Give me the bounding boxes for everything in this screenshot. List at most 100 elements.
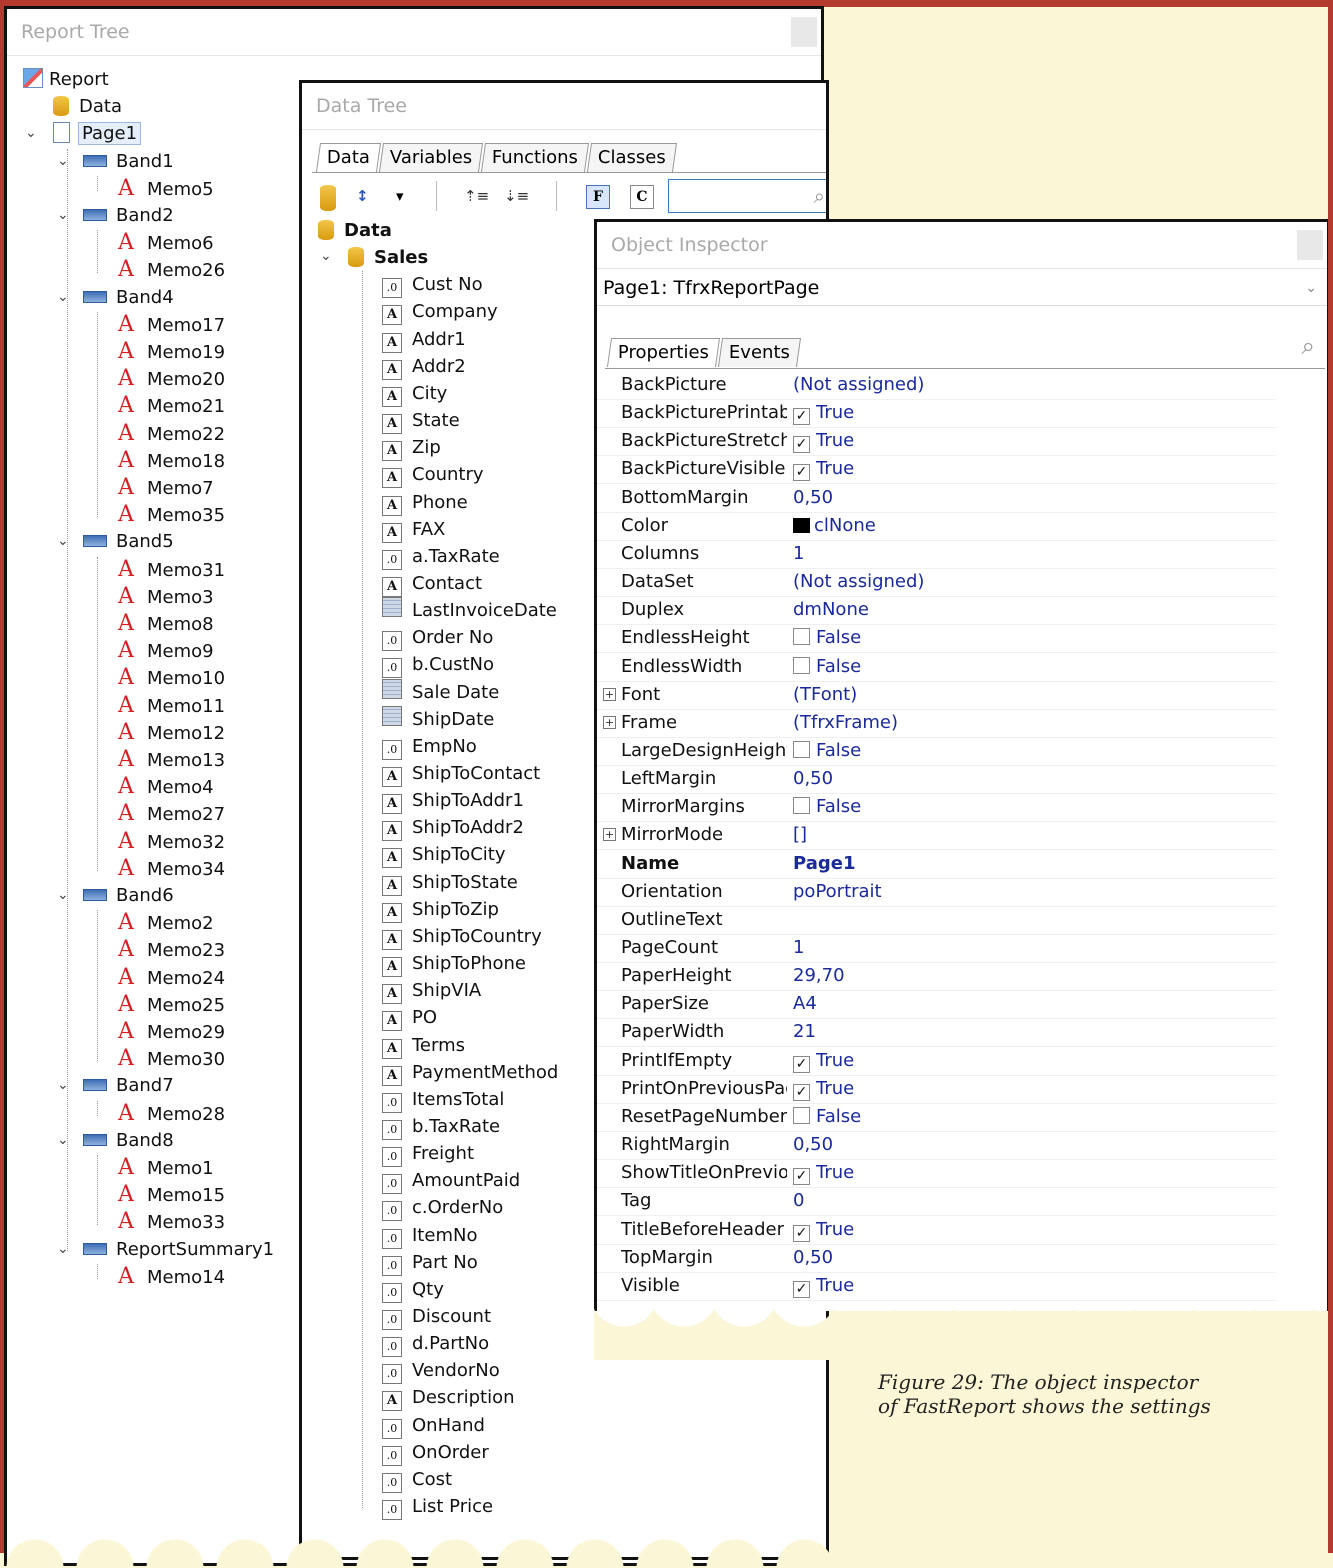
chevron-down-icon[interactable]: ⌄	[57, 887, 69, 903]
object-selector[interactable]: Page1: TfrxReportPage ⌄	[597, 270, 1327, 306]
sort-az-icon[interactable]: ↕	[356, 183, 369, 209]
property-row[interactable]: BackPicture (Not assigned)	[597, 371, 1275, 400]
data-field-item[interactable]: A PO	[382, 1004, 437, 1032]
property-row[interactable]: BottomMargin 0,50	[597, 484, 1275, 513]
data-field-item[interactable]: A Description	[382, 1384, 515, 1412]
property-value[interactable]: (TFont)	[793, 681, 857, 709]
tree-node[interactable]: ReportSummary1	[83, 1237, 274, 1263]
property-row[interactable]: LeftMargin 0,50	[597, 765, 1275, 795]
collapse-all-icon[interactable]: ⇡≡	[464, 183, 489, 209]
property-row[interactable]: PaperWidth 21	[597, 1018, 1275, 1048]
chevron-down-icon[interactable]: ⌄	[57, 1241, 69, 1257]
property-value[interactable]: ✓ True	[793, 1216, 854, 1244]
property-row[interactable]: TitleBeforeHeader ✓ True	[597, 1216, 1275, 1245]
data-field-item[interactable]: .0 List Price	[382, 1493, 493, 1521]
property-row[interactable]: Tag 0	[597, 1187, 1275, 1217]
tree-node[interactable]: Band4	[83, 285, 174, 311]
data-field-item[interactable]: .0 a.TaxRate	[382, 543, 500, 570]
data-field-item[interactable]: A FAX	[382, 516, 445, 543]
data-field-item[interactable]: .0 Order No	[382, 624, 493, 652]
property-value[interactable]: ✓ True	[793, 1047, 854, 1075]
property-row[interactable]: + Frame (TfrxFrame)	[597, 709, 1275, 738]
tree-node[interactable]: A Memo27	[117, 801, 225, 827]
property-value[interactable]: False	[793, 653, 861, 681]
data-field-item[interactable]: A ShipToCity	[382, 841, 506, 869]
tree-node[interactable]: A Memo34	[117, 856, 225, 882]
data-field-item[interactable]: A Company	[382, 298, 498, 326]
database-icon[interactable]	[320, 185, 336, 211]
show-fields-toggle[interactable]: F	[586, 185, 610, 209]
property-value[interactable]: 0,50	[793, 1244, 833, 1272]
property-row[interactable]: Orientation poPortrait	[597, 878, 1275, 907]
chevron-down-icon[interactable]: ⌄	[57, 1132, 69, 1148]
checkbox-checked[interactable]: ✓	[793, 1224, 810, 1242]
property-row[interactable]: + MirrorMode []	[597, 821, 1275, 851]
property-value[interactable]: 0	[793, 1187, 804, 1215]
property-value[interactable]: 1	[793, 540, 804, 568]
tree-node[interactable]: A Memo31	[117, 557, 225, 583]
property-value[interactable]: []	[793, 821, 807, 849]
tree-node[interactable]: A Memo10	[117, 665, 225, 691]
property-row[interactable]: PaperSize A4	[597, 990, 1275, 1020]
tree-node[interactable]: Band6	[83, 883, 174, 909]
tree-node[interactable]: A Memo4	[117, 774, 214, 800]
property-value[interactable]: False	[793, 624, 861, 652]
data-field-item[interactable]: A Phone	[382, 489, 468, 516]
tree-node[interactable]: A Memo33	[117, 1209, 225, 1235]
data-field-item[interactable]: A Addr1	[382, 326, 466, 353]
property-value[interactable]: (TfrxFrame)	[793, 709, 898, 737]
data-field-item[interactable]: .0 OnOrder	[382, 1439, 489, 1466]
property-value[interactable]: 29,70	[793, 962, 845, 990]
property-row[interactable]: Name Page1	[597, 850, 1275, 879]
property-row[interactable]: PrintOnPreviousPage ✓ True	[597, 1075, 1275, 1104]
tree-node[interactable]: Band7	[83, 1073, 174, 1099]
data-field-item[interactable]: LastInvoiceDate	[382, 597, 557, 624]
tree-node[interactable]: A Memo28	[117, 1101, 225, 1127]
checkbox-checked[interactable]: ✓	[793, 1168, 810, 1186]
property-row[interactable]: RightMargin 0,50	[597, 1131, 1275, 1161]
data-field-item[interactable]: .0 Cust No	[382, 271, 483, 299]
property-value[interactable]: 0,50	[793, 1131, 833, 1159]
tree-node[interactable]: A Memo13	[117, 747, 225, 773]
property-row[interactable]: + Font (TFont)	[597, 681, 1275, 710]
property-value[interactable]: clNone	[793, 512, 876, 540]
expand-icon[interactable]: +	[603, 828, 616, 842]
chevron-down-icon[interactable]: ⌄	[1305, 270, 1317, 306]
data-field-item[interactable]: .0 c.OrderNo	[382, 1194, 503, 1222]
tab-variables[interactable]: Variables	[379, 143, 484, 172]
data-field-item[interactable]: A ShipToPhone	[382, 950, 526, 978]
tree-node[interactable]: A Memo8	[117, 611, 214, 637]
data-field-item[interactable]: .0 EmpNo	[382, 733, 477, 760]
property-row[interactable]: OutlineText	[597, 906, 1275, 935]
panel-grip[interactable]	[791, 17, 817, 47]
data-field-item[interactable]: .0 VendorNo	[382, 1357, 500, 1385]
property-row[interactable]: BackPictureVisible ✓ True	[597, 455, 1275, 485]
data-field-item[interactable]: A Country	[382, 461, 484, 489]
checkbox-checked[interactable]: ✓	[793, 1083, 810, 1101]
tab-classes[interactable]: Classes	[587, 143, 678, 172]
tab-data[interactable]: Data	[315, 143, 382, 172]
property-row[interactable]: TopMargin 0,50	[597, 1244, 1275, 1273]
tree-node[interactable]: Report	[23, 67, 109, 93]
property-row[interactable]: Visible ✓ True	[597, 1272, 1275, 1301]
tree-node[interactable]: A Memo2	[117, 910, 214, 936]
tree-node[interactable]: A Memo24	[117, 965, 225, 991]
tree-node[interactable]: Band2	[83, 203, 174, 229]
data-field-item[interactable]: .0 OnHand	[382, 1412, 485, 1439]
data-field-item[interactable]: A PaymentMethod	[382, 1059, 558, 1086]
chevron-down-icon[interactable]: ⌄	[57, 207, 69, 223]
data-field-item[interactable]: A ShipToCountry	[382, 923, 542, 950]
panel-grip[interactable]	[1297, 230, 1323, 260]
data-field-item[interactable]: .0 Freight	[382, 1140, 474, 1168]
property-value[interactable]: 21	[793, 1018, 816, 1046]
data-field-item[interactable]: A ShipToState	[382, 869, 518, 896]
checkbox-unchecked[interactable]	[793, 797, 810, 815]
tree-node[interactable]: A Memo26	[117, 257, 225, 283]
tree-node[interactable]: A Memo32	[117, 829, 225, 855]
tree-node[interactable]: A Memo3	[117, 584, 214, 610]
property-value[interactable]: 0,50	[793, 765, 833, 793]
property-row[interactable]: ShowTitleOnPreviousPage ✓ True	[597, 1159, 1275, 1189]
tab-properties[interactable]: Properties	[606, 338, 721, 367]
tree-node[interactable]: A Memo20	[117, 366, 225, 392]
tree-node[interactable]: A Memo35	[117, 502, 225, 528]
